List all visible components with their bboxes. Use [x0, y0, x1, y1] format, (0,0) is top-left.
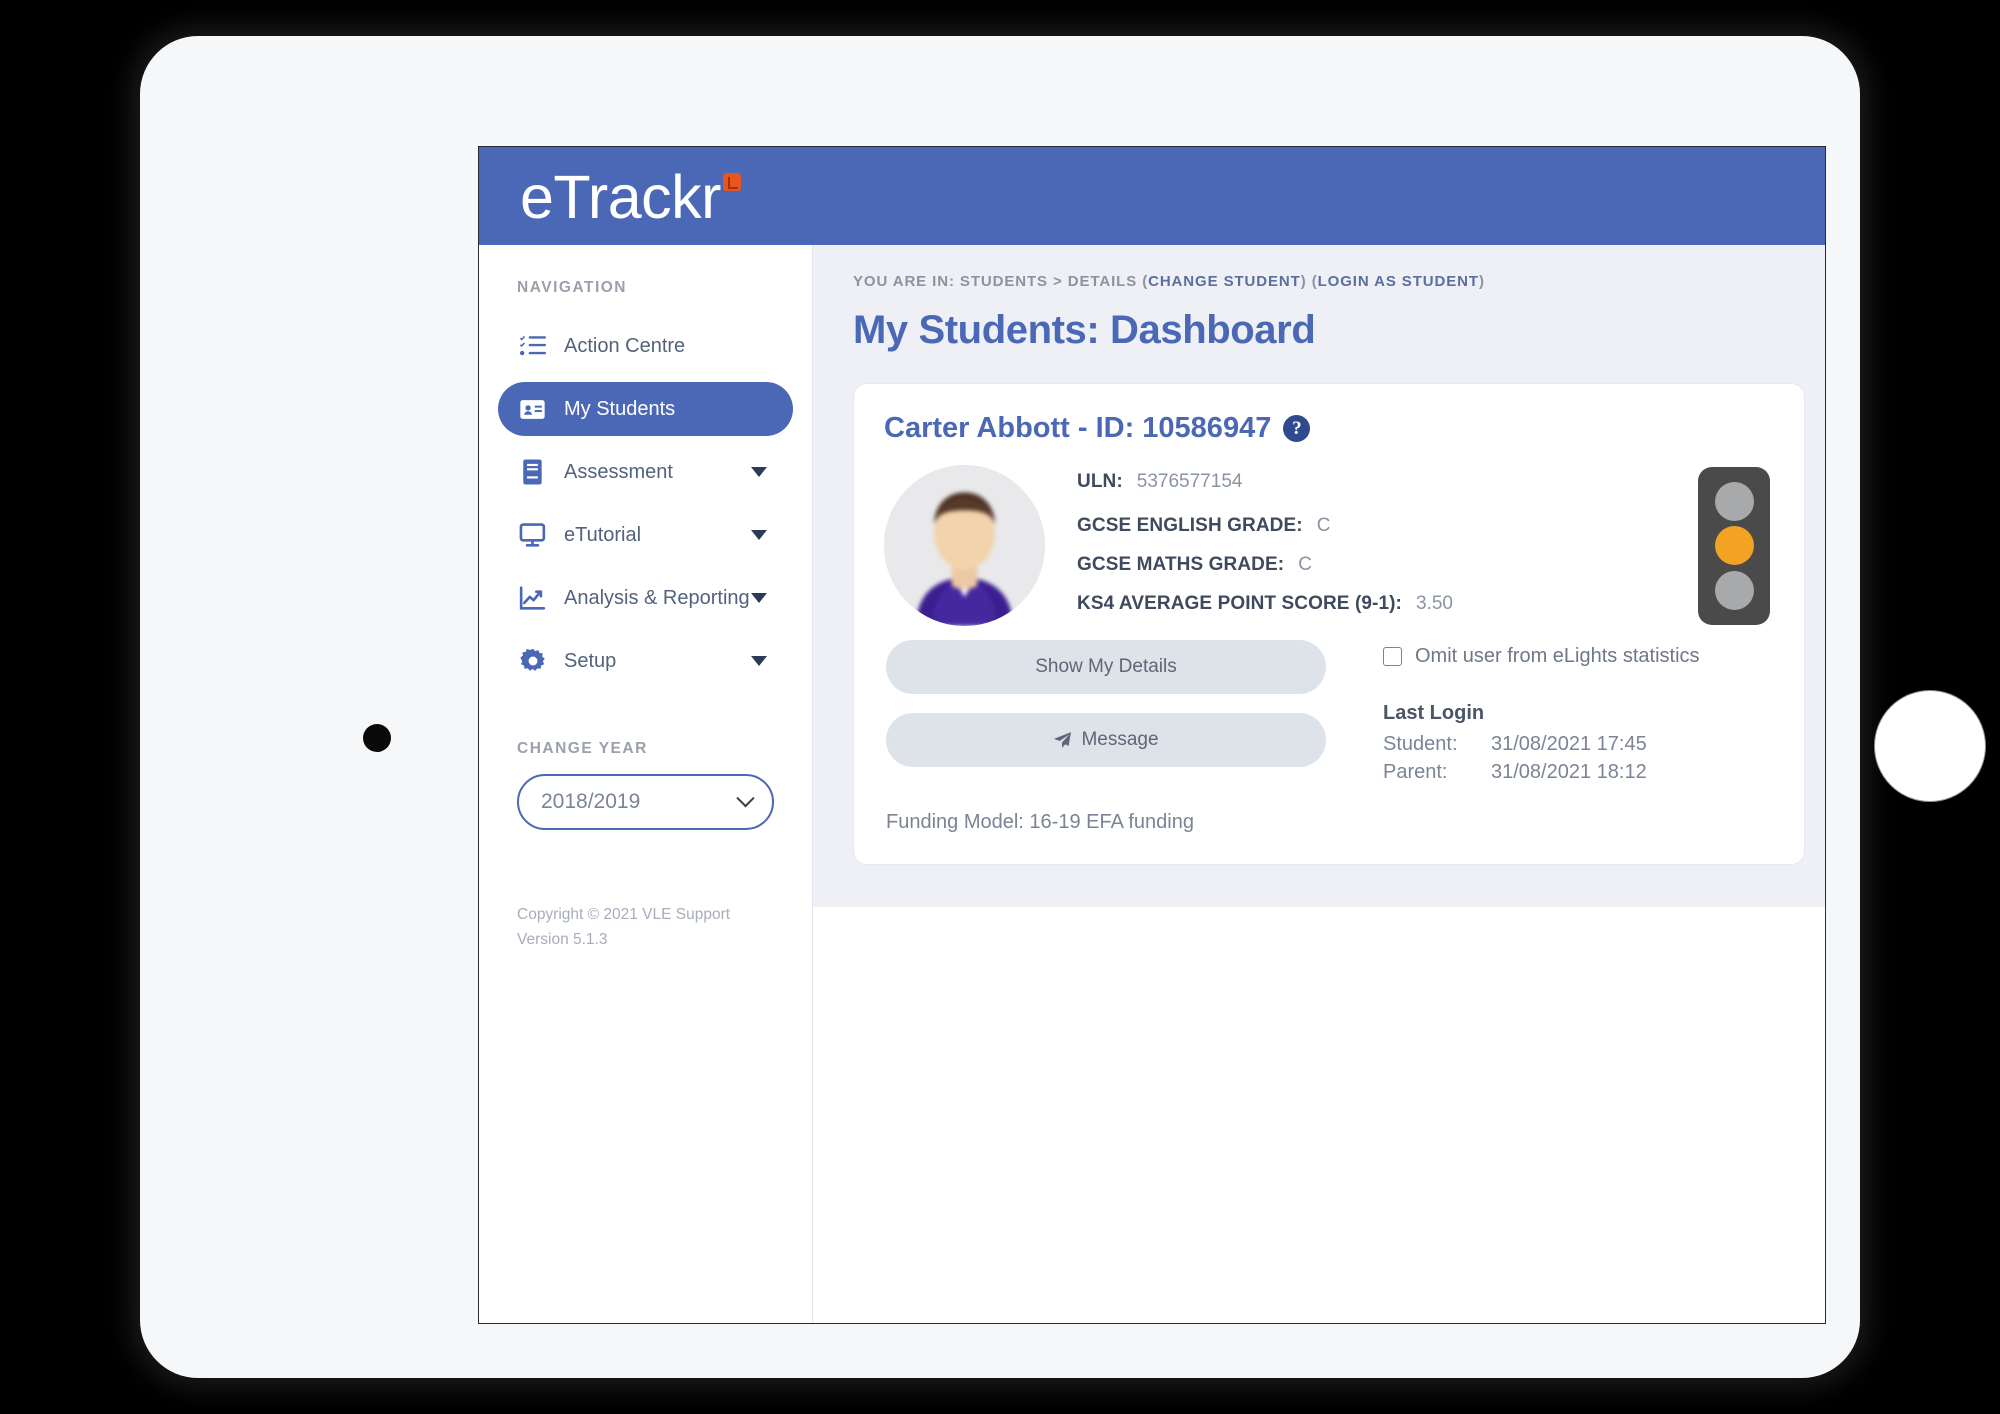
chevron-down-icon[interactable]	[751, 656, 767, 666]
breadcrumb-prefix: YOU ARE IN: STUDENTS > DETAILS	[853, 273, 1138, 290]
app-header-bar: eTrackr	[479, 147, 1825, 245]
gear-icon	[518, 648, 547, 674]
sidebar-item-label: Analysis & Reporting	[564, 586, 750, 609]
omit-user-checkbox-row[interactable]: Omit user from eLights statistics	[1383, 645, 1770, 668]
traffic-lamp-amber	[1714, 526, 1754, 566]
sidebar-item-label: eTutorial	[564, 523, 642, 546]
info-row-uln: ULN: 5376577154	[1077, 471, 1674, 493]
omit-user-checkbox[interactable]	[1383, 647, 1402, 666]
info-key: ULN:	[1077, 471, 1123, 492]
sidebar-item-action-centre[interactable]: Action Centre	[498, 319, 793, 373]
last-login-who: Student:	[1383, 733, 1458, 755]
home-button[interactable]	[1874, 690, 1986, 802]
last-login-row-parent: Parent: 31/08/2021 18:12	[1383, 761, 1770, 784]
page-title: My Students: Dashboard	[853, 308, 1316, 352]
navigation-section-label: NAVIGATION	[517, 279, 628, 296]
student-dashboard-card: Carter Abbott - ID: 10586947 ? ULN: 5376…	[853, 383, 1805, 865]
tasks-list-icon	[518, 333, 547, 359]
info-value: C	[1316, 515, 1331, 536]
student-name-and-id: Carter Abbott - ID: 10586947	[884, 412, 1272, 444]
year-select-value: 2018/2019	[541, 790, 641, 813]
message-button[interactable]: Message	[886, 713, 1326, 767]
sidebar-item-my-students[interactable]: My Students	[498, 382, 793, 436]
help-icon[interactable]: ?	[1283, 415, 1311, 442]
logo-badge-icon	[722, 173, 741, 191]
last-login-who: Parent:	[1383, 761, 1448, 783]
student-info-fields: ULN: 5376577154 GCSE ENGLISH GRADE: C GC…	[1077, 459, 1674, 632]
last-login-when: 31/08/2021 17:45	[1491, 733, 1647, 755]
tablet-screen: eTrackr NAVIGATION Action Centre My Stud…	[478, 146, 1826, 1324]
tablet-device-frame: eTrackr NAVIGATION Action Centre My Stud…	[140, 36, 1986, 1378]
student-card-heading: Carter Abbott - ID: 10586947 ?	[884, 412, 1770, 445]
year-select[interactable]: 2018/2019	[517, 774, 774, 830]
info-key: KS4 AVERAGE POINT SCORE (9-1):	[1077, 593, 1402, 614]
traffic-light-icon	[1698, 467, 1770, 625]
sidebar-item-etutorial[interactable]: eTutorial	[498, 508, 793, 562]
logo-text: eTrackr	[520, 163, 721, 231]
sidebar-item-label: Action Centre	[564, 334, 686, 357]
last-login-row-student: Student: 31/08/2021 17:45	[1383, 733, 1770, 756]
message-button-label: Message	[1081, 729, 1159, 750]
breadcrumb-paren-close-2: )	[1478, 273, 1485, 290]
info-value: C	[1298, 554, 1312, 575]
info-key: GCSE MATHS GRADE:	[1077, 554, 1285, 575]
info-key: GCSE ENGLISH GRADE:	[1077, 515, 1303, 536]
omit-user-checkbox-label: Omit user from eLights statistics	[1415, 645, 1700, 667]
sidebar-navigation: NAVIGATION Action Centre My Students Ass…	[479, 245, 813, 1323]
paper-plane-icon	[1053, 731, 1072, 750]
version-text: Version 5.1.3	[517, 931, 608, 948]
chevron-down-icon[interactable]	[751, 593, 767, 603]
sidebar-item-label: Assessment	[564, 460, 673, 483]
sidebar-item-label: My Students	[564, 397, 676, 420]
info-row-gcse-english: GCSE ENGLISH GRADE: C	[1077, 515, 1674, 537]
sidebar-item-assessment[interactable]: Assessment	[498, 445, 793, 499]
breadcrumb-paren-close: )	[1300, 273, 1307, 290]
login-as-student-link[interactable]: LOGIN AS STUDENT	[1318, 273, 1479, 290]
student-photo-avatar	[884, 465, 1045, 626]
info-value: 5376577154	[1136, 471, 1243, 492]
line-chart-icon	[518, 585, 547, 611]
change-student-link[interactable]: CHANGE STUDENT	[1148, 273, 1301, 290]
copyright-text: Copyright © 2021 VLE Support	[517, 906, 731, 923]
chevron-down-icon[interactable]	[751, 467, 767, 477]
last-login-title: Last Login	[1383, 702, 1485, 724]
sidebar-footer: Copyright © 2021 VLE Support Version 5.1…	[479, 902, 812, 952]
traffic-lamp-green	[1714, 481, 1754, 521]
chevron-down-icon	[736, 788, 755, 807]
student-avatar	[884, 465, 1045, 626]
breadcrumb: YOU ARE IN: STUDENTS > DETAILS (CHANGE S…	[853, 273, 1805, 290]
traffic-lamp-red	[1714, 571, 1754, 611]
change-year-label: CHANGE YEAR	[517, 740, 648, 757]
info-row-ks4-average-point-score: KS4 AVERAGE POINT SCORE (9-1): 3.50	[1077, 593, 1674, 615]
last-login-when: 31/08/2021 18:12	[1491, 761, 1647, 783]
main-content: YOU ARE IN: STUDENTS > DETAILS (CHANGE S…	[813, 245, 1825, 907]
show-my-details-button[interactable]: Show My Details	[886, 640, 1326, 694]
info-row-gcse-maths: GCSE MATHS GRADE: C	[1077, 554, 1674, 576]
student-status-column: Omit user from eLights statistics Last L…	[1326, 640, 1770, 789]
funding-model-text: Funding Model: 16-19 EFA funding	[886, 811, 1194, 833]
sidebar-item-analysis-reporting[interactable]: Analysis & Reporting	[498, 571, 793, 625]
desktop-icon	[518, 522, 547, 548]
book-icon	[518, 459, 547, 485]
sidebar-item-setup[interactable]: Setup	[498, 634, 793, 688]
student-action-buttons: Show My Details Message	[886, 640, 1326, 786]
front-camera-icon	[363, 724, 391, 752]
etrackr-logo[interactable]: eTrackr	[520, 161, 741, 233]
info-value: 3.50	[1416, 593, 1453, 614]
chevron-down-icon[interactable]	[751, 530, 767, 540]
id-card-icon	[518, 396, 547, 422]
sidebar-item-label: Setup	[564, 649, 617, 672]
